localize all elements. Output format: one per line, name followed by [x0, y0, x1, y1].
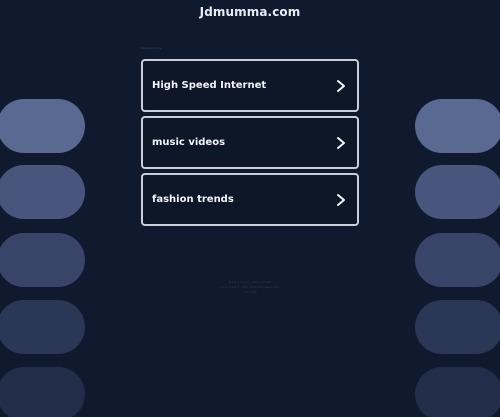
decorative-pill-left-2 [0, 165, 85, 219]
related-link-fashion-trends[interactable]: fashion trends [141, 173, 359, 226]
decorative-pill-left-4 [0, 300, 85, 354]
decorative-pill-right-3 [415, 233, 500, 287]
decorative-pill-right-1 [415, 99, 500, 153]
chevron-right-icon [337, 136, 345, 149]
related-links-heading: Related Links [141, 46, 162, 50]
related-link-label: music videos [152, 137, 226, 148]
footer-sitemap-link[interactable]: Site Map [200, 290, 300, 295]
decorative-pill-right-2 [415, 165, 500, 219]
related-link-music-videos[interactable]: music videos [141, 116, 359, 169]
related-link-label: High Speed Internet [152, 80, 267, 91]
related-link-label: fashion trends [152, 194, 234, 205]
decorative-pill-right-4 [415, 300, 500, 354]
site-title[interactable]: Jdmumma.com [0, 5, 500, 19]
chevron-right-icon [337, 193, 345, 206]
decorative-pill-right-5 [415, 367, 500, 417]
related-link-high-speed-internet[interactable]: High Speed Internet [141, 59, 359, 112]
decorative-pill-left-5 [0, 367, 85, 417]
decorative-pill-left-1 [0, 99, 85, 153]
related-links-list: High Speed Internet music videos fashion… [141, 59, 359, 230]
footer: Privacy Policy · Terms of Use Copyright … [200, 280, 300, 295]
chevron-right-icon [337, 79, 345, 92]
decorative-pill-left-3 [0, 233, 85, 287]
page: Jdmumma.com Related Links High Speed Int… [0, 0, 500, 417]
